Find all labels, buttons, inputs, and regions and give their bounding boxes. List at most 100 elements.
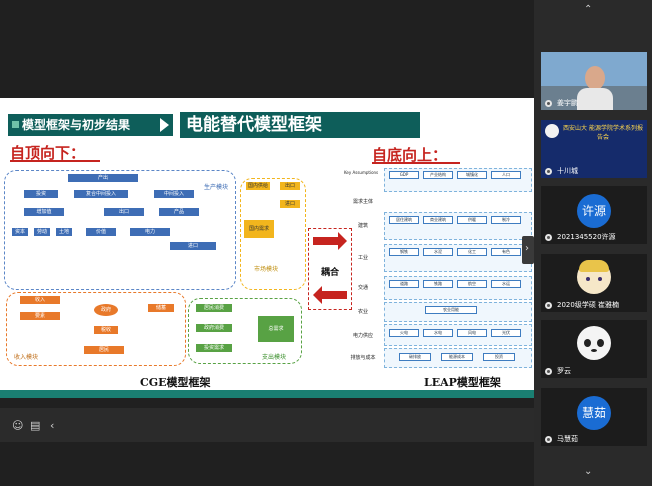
leap-row-label: 需求主体 [352, 199, 373, 205]
sidebar-collapse-handle[interactable]: › [522, 236, 534, 264]
leap-box: 供暖 [457, 216, 487, 224]
leap-row: 碳排放 能源成本 投资 [384, 348, 532, 368]
chevron-down-icon[interactable]: ⌄ [584, 466, 592, 477]
mic-muted-icon [545, 368, 552, 375]
leap-row-label: 工业 [357, 255, 368, 261]
cge-box: 国内供给 [246, 182, 270, 190]
participant-tile[interactable]: 许源 2021345520许源 [541, 186, 647, 244]
avatar: 许源 [577, 194, 611, 228]
market-module-label: 市场模块 [254, 266, 279, 273]
cge-box: 投资需求 [196, 344, 232, 352]
participant-tile[interactable]: 西安山大 能源学院学术系列报告会 十川城 [541, 120, 647, 178]
participant-name: 罗云 [557, 367, 571, 375]
mic-icon [545, 168, 552, 175]
leap-box: 居住建筑 [389, 216, 419, 224]
shared-screen-area: 模型框架与初步结果 电能替代模型框架 自顶向下： 自底向上： 生产模块 市场模块… [0, 0, 534, 486]
cge-box: 复合中间投入 [74, 190, 128, 198]
avatar: 慧茹 [577, 396, 611, 430]
cartoon-eye [586, 277, 590, 281]
cge-caption: CGE模型框架 [140, 376, 211, 389]
leap-row: 火电 水电 风电 光伏 [384, 324, 532, 346]
panda-eye [597, 339, 604, 347]
cge-diagram: 生产模块 市场模块 收入模块 支出模块 产出 投资 复合中间投入 中间投入 增加… [4, 170, 306, 370]
mic-icon [545, 100, 552, 107]
slide-main-title: 电能替代模型框架 [180, 112, 420, 138]
cge-box: 产出 [68, 174, 138, 182]
cge-box: 居民 [84, 346, 124, 354]
cge-box: 增加值 [24, 208, 64, 216]
participant-body [577, 88, 613, 110]
cge-box: 居民消费 [196, 304, 232, 312]
leap-row-label: 电力供应 [352, 333, 373, 339]
participant-name: 2020级学硕 崔雅楠 [557, 301, 620, 309]
expenditure-module-label: 支出模块 [262, 354, 287, 361]
leap-diagram: Key Assumptions GDP 产业结构 城镇化 人口 需求主体 建筑 … [344, 168, 532, 368]
cge-box: 总需求 [258, 316, 294, 342]
leap-box: 化工 [457, 248, 487, 256]
cge-box: 出口 [104, 208, 144, 216]
panda-eye [584, 339, 591, 347]
cge-box: 产品 [159, 208, 199, 216]
chevron-left-icon[interactable]: ‹ [50, 420, 54, 432]
mic-muted-icon [545, 234, 552, 241]
leap-box: 水泥 [423, 248, 453, 256]
cge-box: 储蓄 [148, 304, 174, 312]
leap-box: 商业建筑 [423, 216, 453, 224]
participant-name: 2021345520许源 [557, 233, 616, 241]
leap-row-label: 排放与成本 [350, 355, 376, 361]
cge-box: 进口 [280, 200, 300, 208]
leap-row-label: 农业 [357, 309, 368, 315]
leap-row: 钢铁 水泥 化工 有色 [384, 244, 532, 272]
leap-box: 投资 [483, 353, 515, 361]
leap-box: 光伏 [491, 329, 521, 337]
cartoon-eye [598, 277, 602, 281]
chat-icon[interactable]: ▤ [30, 420, 40, 432]
slide-footer-bar [0, 390, 534, 398]
participant-tile[interactable]: 罗云 [541, 320, 647, 378]
section-title-banner: 模型框架与初步结果 [8, 114, 173, 136]
income-module-label: 收入模块 [14, 354, 39, 361]
leap-box: 水电 [423, 329, 453, 337]
top-down-underline [10, 160, 100, 162]
leap-box: 人口 [491, 171, 521, 179]
section-title: 模型框架与初步结果 [22, 118, 131, 132]
leap-box: 制冷 [491, 216, 521, 224]
presentation-slide: 模型框架与初步结果 电能替代模型框架 自顶向下： 自底向上： 生产模块 市场模块… [0, 98, 534, 390]
arrow-right-icon [160, 118, 169, 132]
cge-box: 投资 [24, 190, 58, 198]
cartoon-avatar [577, 260, 611, 294]
cge-box: 收入 [20, 296, 60, 304]
cge-box: 中间投入 [154, 190, 194, 198]
leap-box: 城镇化 [457, 171, 487, 179]
leap-row: 农业用能 [384, 302, 532, 322]
chevron-right-icon: › [525, 243, 529, 254]
leap-box: 能源成本 [441, 353, 473, 361]
leap-row: 居住建筑 商业建筑 供暖 制冷 [384, 212, 532, 240]
banner-text: 西安山大 能源学院学术系列报告会 [563, 125, 643, 141]
leap-box: 有色 [491, 248, 521, 256]
cge-box: 价值 [86, 228, 116, 236]
panda-nose [591, 349, 597, 352]
cge-box: 土地 [56, 228, 72, 236]
cge-box: 出口 [280, 182, 300, 190]
participant-tile[interactable]: 2020级学硕 崔雅楠 [541, 254, 647, 312]
production-module-label: 生产模块 [204, 184, 229, 191]
cge-box: 进口 [170, 242, 216, 250]
mic-muted-icon [545, 302, 552, 309]
arrow-right-icon [313, 232, 347, 250]
leap-row: 道路 铁路 航空 水运 [384, 276, 532, 300]
participant-tile[interactable]: 慧茹 马慧茹 [541, 388, 647, 446]
leap-box: 水运 [491, 280, 521, 288]
cge-box: 要素 [20, 312, 60, 320]
panda-avatar [577, 326, 611, 360]
participant-name: 马慧茹 [557, 435, 578, 443]
leap-box: 航空 [457, 280, 487, 288]
chevron-up-icon[interactable]: ⌃ [584, 4, 592, 15]
cge-box: 政府消费 [196, 324, 232, 332]
participant-tile[interactable]: 姜宇鹏 [541, 52, 647, 110]
cartoon-hair [579, 260, 609, 272]
smile-icon[interactable]: ☺ [12, 420, 23, 432]
bottom-up-underline [372, 162, 460, 164]
participant-name: 姜宇鹏 [557, 99, 578, 107]
leap-box: 风电 [457, 329, 487, 337]
